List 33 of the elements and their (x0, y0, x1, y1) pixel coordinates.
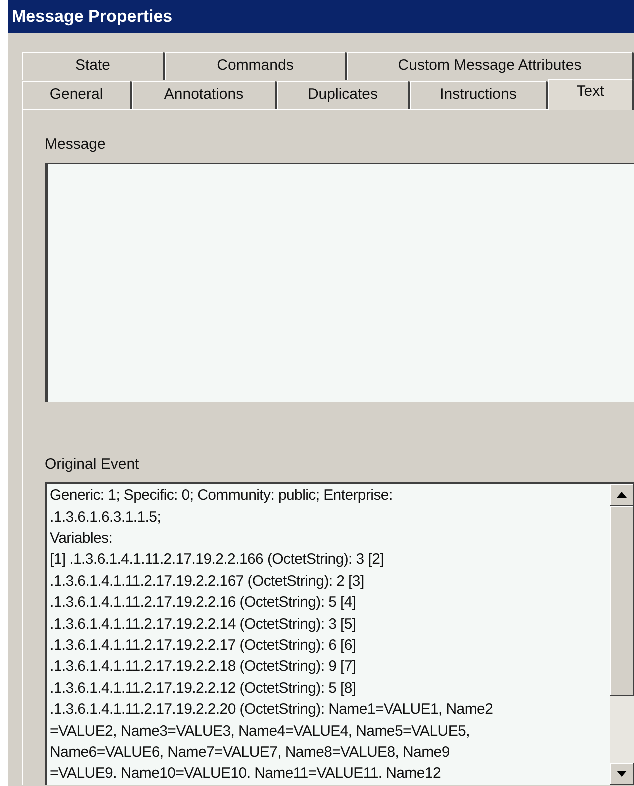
tab[interactable]: General (22, 81, 132, 109)
scrollbar[interactable] (610, 484, 634, 785)
event-text-line: .1.3.6.1.4.1.11.2.17.19.2.2.16 (OctetString): 5 [4] (50, 593, 358, 614)
original-event-label: Original Event (45, 454, 140, 475)
tab[interactable]: Duplicates (277, 81, 410, 109)
event-text-line: [1] .1.3.6.1.4.1.11.2.17.19.2.2.166 (OctetString): 3 [2] (50, 550, 385, 570)
scroll-up-button[interactable] (610, 484, 634, 506)
event-text-line: Generic: 1; Specific: 0; Community: public; Enterprise: (50, 486, 394, 506)
scroll-down-button[interactable] (610, 763, 634, 785)
tab[interactable]: Custom Message Attributes (347, 52, 634, 80)
tab[interactable]: Instructions (410, 81, 548, 109)
event-text-line: .1.3.6.1.4.1.11.2.17.19.2.2.17 (OctetString): 6 [6] (50, 636, 358, 656)
event-text-line: =VALUE9. Name10=VALUE10. Name11=VALUE11. Name12 (50, 764, 442, 784)
event-text-line: .1.3.6.1.4.1.11.2.17.19.2.2.20 (OctetString): Name1=VALUE1, Name2 (50, 700, 494, 720)
up-arrow-icon (617, 492, 627, 498)
event-text-line: Name6=VALUE6, Name7=VALUE7, Name8=VALUE8, Name9 (50, 742, 451, 763)
message-label: Message (45, 135, 107, 155)
window-title: Message Properties (12, 6, 173, 28)
message-field[interactable] (45, 162, 634, 402)
tab[interactable]: Text (548, 79, 634, 110)
event-text-line: .1.3.6.1.4.1.11.2.17.19.2.2.12 (OctetString): 5 [8] (50, 678, 358, 699)
tab[interactable]: Commands (165, 52, 347, 80)
event-text-line: .1.3.6.1.4.1.11.2.17.19.2.2.167 (OctetString): 2 [3] (50, 572, 366, 592)
tab[interactable]: Annotations (132, 81, 277, 109)
event-text-line: Variables: (50, 528, 114, 549)
event-text-line: =VALUE2, Name3=VALUE3, Name4=VALUE4, Name5=VALUE5, (50, 722, 471, 742)
down-arrow-icon (617, 771, 627, 777)
original-event-field[interactable] (45, 482, 634, 785)
event-text-line: .1.3.6.1.4.1.11.2.17.19.2.2.18 (OctetString): 9 [7] (50, 657, 358, 678)
tab[interactable]: State (22, 52, 165, 80)
event-text-line: .1.3.6.1.6.3.1.1.5; (50, 508, 162, 528)
event-text-line: .1.3.6.1.4.1.11.2.17.19.2.2.14 (OctetString): 3 [5] (50, 614, 358, 635)
scroll-thumb[interactable] (610, 506, 634, 696)
